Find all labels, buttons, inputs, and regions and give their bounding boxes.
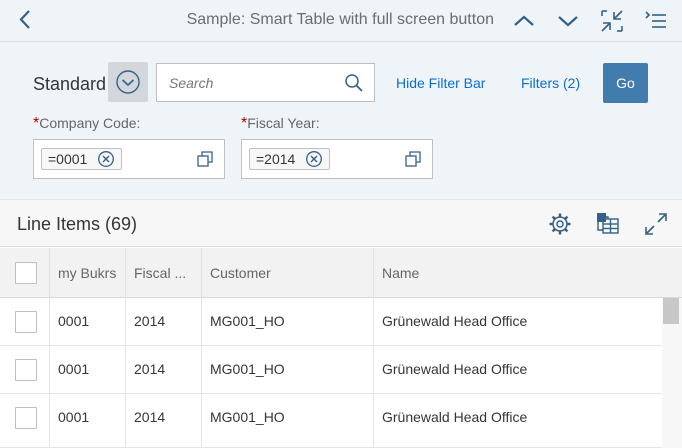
- company-code-token-text: =0001: [48, 151, 88, 167]
- row-checkbox[interactable]: [15, 407, 37, 429]
- previous-button[interactable]: [510, 7, 538, 35]
- variant-label: Standard: [33, 74, 107, 94]
- back-button[interactable]: [12, 6, 40, 34]
- table-row[interactable]: 0001 2014 MG001_HO Grünewald Head Office: [0, 394, 662, 448]
- select-cell: [0, 298, 50, 346]
- export-to-excel-button[interactable]: [595, 211, 621, 237]
- cell-customer: MG001_HO: [202, 298, 374, 346]
- cell-fiscal: 2014: [126, 394, 202, 448]
- row-checkbox[interactable]: [15, 311, 37, 333]
- cell-bukrs: 0001: [50, 394, 126, 448]
- cell-fiscal: 2014: [126, 346, 202, 394]
- cell-name: Grünewald Head Office: [382, 361, 528, 377]
- company-code-label: *Company Code:: [33, 115, 140, 133]
- search-field: [156, 63, 375, 102]
- cell-bukrs: 0001: [50, 346, 126, 394]
- search-input[interactable]: [169, 64, 339, 101]
- chevron-left-icon: [19, 10, 30, 29]
- value-help-icon[interactable]: [197, 151, 213, 167]
- table-title: Line Items (69): [17, 214, 138, 234]
- column-header-bukrs[interactable]: my Bukrs: [50, 248, 126, 298]
- hide-filter-bar-button[interactable]: Hide Filter Bar: [396, 75, 485, 91]
- column-header-customer[interactable]: Customer: [202, 248, 374, 298]
- overflow-menu-button[interactable]: [642, 7, 670, 35]
- cell-customer: MG001_HO: [202, 394, 374, 448]
- fiscal-year-field[interactable]: =2014: [241, 139, 433, 179]
- cell-name: Grünewald Head Office: [382, 313, 528, 329]
- company-code-field[interactable]: =0001: [33, 139, 225, 179]
- scrollbar-thumb[interactable]: [663, 298, 679, 324]
- next-button[interactable]: [554, 7, 582, 35]
- close-circle-icon[interactable]: [97, 150, 115, 168]
- page-header: Sample: Smart Table with full screen but…: [0, 0, 682, 42]
- search-icon[interactable]: [344, 73, 364, 93]
- gear-icon: [549, 213, 571, 235]
- select-all-checkbox[interactable]: [15, 262, 37, 284]
- column-header-fiscal[interactable]: Fiscal ...: [126, 248, 202, 298]
- column-header-name[interactable]: Name: [374, 248, 682, 298]
- fiscal-year-label: *Fiscal Year:: [241, 115, 320, 133]
- variant-select-button[interactable]: [108, 62, 148, 102]
- filters-button[interactable]: Filters (2): [521, 75, 580, 91]
- select-cell: [0, 346, 50, 394]
- table-row[interactable]: 0001 2014 MG001_HO Grünewald Head Office: [0, 298, 662, 346]
- page-title: Sample: Smart Table with full screen but…: [186, 11, 494, 28]
- circle-chevron-down-icon: [116, 70, 140, 94]
- fiscal-year-token[interactable]: =2014: [249, 148, 331, 170]
- line-items-table: my Bukrs Fiscal ... Customer Name 0001 2…: [0, 248, 682, 448]
- table-settings-button[interactable]: [547, 211, 573, 237]
- select-cell: [0, 394, 50, 448]
- value-help-icon[interactable]: [405, 151, 421, 167]
- cell-fiscal: 2014: [126, 298, 202, 346]
- cell-bukrs: 0001: [50, 298, 126, 346]
- company-code-token[interactable]: =0001: [41, 148, 123, 170]
- fiscal-year-label-text: Fiscal Year:: [247, 115, 320, 131]
- exit-full-screen-button[interactable]: [598, 7, 626, 35]
- excel-export-icon: [597, 213, 619, 234]
- fiscal-year-token-text: =2014: [256, 151, 296, 167]
- row-checkbox[interactable]: [15, 359, 37, 381]
- full-screen-button[interactable]: [643, 211, 669, 237]
- overflow-menu-icon: [645, 11, 666, 28]
- filter-bar: Standard Hide Filter Bar Filters (2) Go …: [0, 42, 682, 199]
- exit-full-screen-icon: [601, 10, 623, 32]
- table-row[interactable]: 0001 2014 MG001_HO Grünewald Head Office: [0, 346, 662, 394]
- full-screen-icon: [645, 213, 667, 235]
- company-code-label-text: Company Code:: [39, 115, 141, 131]
- chevron-up-icon: [514, 15, 534, 26]
- select-all-cell: [0, 248, 50, 298]
- table-header: my Bukrs Fiscal ... Customer Name: [0, 248, 682, 298]
- table-toolbar: Line Items (69): [0, 199, 682, 247]
- close-circle-icon[interactable]: [305, 150, 323, 168]
- go-button[interactable]: Go: [603, 63, 648, 103]
- cell-customer: MG001_HO: [202, 346, 374, 394]
- chevron-down-icon: [558, 16, 578, 27]
- vertical-scrollbar[interactable]: [662, 298, 682, 448]
- cell-name: Grünewald Head Office: [382, 409, 528, 425]
